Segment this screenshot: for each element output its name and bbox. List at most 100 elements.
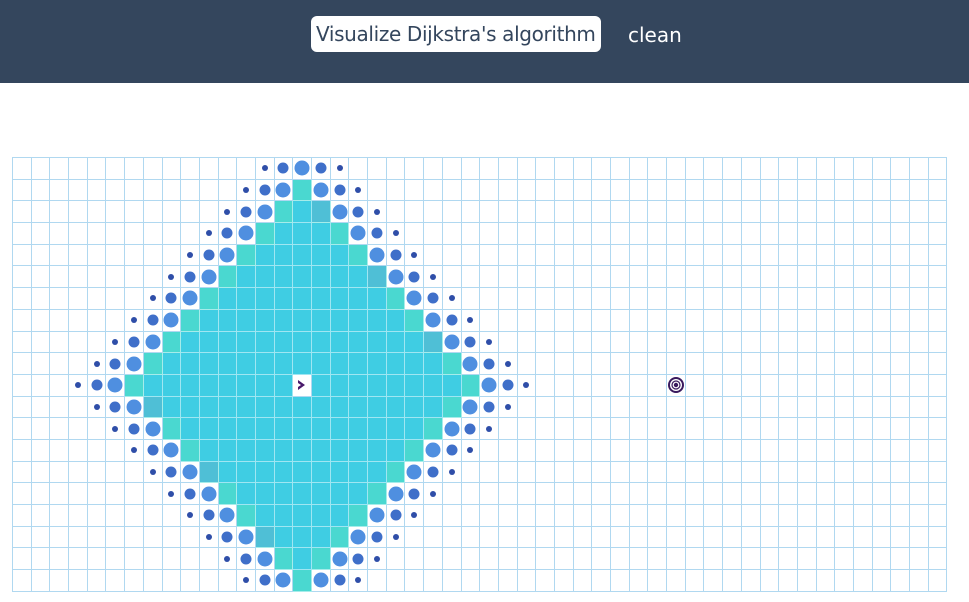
grid-node[interactable] xyxy=(218,266,238,289)
grid-node[interactable] xyxy=(461,266,481,289)
grid-node[interactable] xyxy=(218,288,238,310)
grid-node[interactable] xyxy=(629,396,649,419)
grid-node[interactable] xyxy=(872,266,892,289)
grid-node[interactable] xyxy=(536,526,555,549)
grid-node[interactable] xyxy=(554,439,574,462)
grid-node[interactable] xyxy=(237,331,256,354)
grid-node[interactable] xyxy=(554,158,574,180)
grid-node[interactable] xyxy=(816,158,836,180)
grid-node[interactable] xyxy=(424,158,443,180)
grid-node[interactable] xyxy=(779,353,798,375)
grid-node[interactable] xyxy=(218,244,238,267)
grid-node[interactable] xyxy=(891,223,910,245)
grid-node[interactable] xyxy=(835,244,854,267)
grid-node[interactable] xyxy=(667,179,686,202)
grid-node[interactable] xyxy=(199,570,219,592)
grid-node[interactable] xyxy=(760,418,780,440)
grid-node[interactable] xyxy=(573,505,593,527)
grid-node[interactable] xyxy=(31,483,51,505)
grid-node[interactable] xyxy=(685,505,705,527)
grid-node[interactable] xyxy=(667,461,686,484)
grid-node[interactable] xyxy=(143,505,163,527)
grid-node[interactable] xyxy=(330,548,350,571)
grid-node[interactable] xyxy=(349,548,369,571)
grid-node[interactable] xyxy=(667,288,686,310)
grid-node[interactable] xyxy=(480,158,499,180)
grid-node[interactable] xyxy=(741,331,761,354)
grid-node[interactable] xyxy=(199,439,219,462)
grid-node[interactable] xyxy=(480,483,499,505)
grid-node[interactable] xyxy=(125,201,144,224)
grid-node[interactable] xyxy=(69,483,88,505)
grid-node[interactable] xyxy=(143,201,163,224)
grid-node[interactable] xyxy=(611,396,630,419)
grid-node[interactable] xyxy=(162,309,182,332)
grid-node[interactable] xyxy=(143,179,163,202)
grid-node[interactable] xyxy=(611,570,630,592)
grid-node[interactable] xyxy=(181,418,200,440)
grid-node[interactable] xyxy=(405,570,425,592)
grid-node[interactable] xyxy=(517,548,537,571)
grid-node[interactable] xyxy=(928,418,948,440)
grid-node[interactable] xyxy=(667,266,686,289)
grid-node[interactable] xyxy=(891,309,910,332)
grid-node[interactable] xyxy=(592,374,611,397)
grid-node[interactable] xyxy=(891,570,910,592)
grid-node[interactable] xyxy=(816,266,836,289)
grid-node[interactable] xyxy=(405,288,425,310)
grid-node[interactable] xyxy=(797,461,817,484)
grid-node[interactable] xyxy=(667,439,686,462)
grid-node[interactable] xyxy=(517,158,537,180)
grid-node[interactable] xyxy=(199,266,219,289)
grid-node[interactable] xyxy=(928,201,948,224)
grid-node[interactable] xyxy=(69,309,88,332)
grid-node[interactable] xyxy=(872,418,892,440)
grid-node[interactable] xyxy=(50,158,70,180)
grid-node[interactable] xyxy=(835,526,854,549)
grid-node[interactable] xyxy=(199,526,219,549)
grid-node[interactable] xyxy=(293,353,312,375)
grid-node[interactable] xyxy=(218,331,238,354)
grid-node[interactable] xyxy=(592,548,611,571)
grid-node[interactable] xyxy=(928,353,948,375)
grid-node[interactable] xyxy=(368,483,387,505)
grid-node[interactable] xyxy=(218,418,238,440)
grid-node[interactable] xyxy=(592,570,611,592)
grid-node[interactable] xyxy=(50,396,70,419)
grid-node[interactable] xyxy=(480,266,499,289)
grid-node[interactable] xyxy=(648,570,668,592)
grid-node[interactable] xyxy=(667,570,686,592)
grid-node[interactable] xyxy=(162,331,182,354)
grid-node[interactable] xyxy=(461,223,481,245)
grid-node[interactable] xyxy=(31,244,51,267)
grid-node[interactable] xyxy=(143,288,163,310)
grid-node[interactable] xyxy=(741,158,761,180)
grid-node[interactable] xyxy=(517,439,537,462)
grid-node[interactable] xyxy=(405,396,425,419)
grid-node[interactable] xyxy=(312,244,331,267)
grid-node[interactable] xyxy=(312,570,331,592)
grid-node[interactable] xyxy=(667,331,686,354)
grid-node[interactable] xyxy=(910,505,929,527)
grid-node[interactable] xyxy=(199,505,219,527)
grid-node[interactable] xyxy=(162,158,182,180)
grid-node[interactable] xyxy=(274,461,294,484)
grid-node[interactable] xyxy=(143,353,163,375)
grid-node[interactable] xyxy=(237,201,256,224)
grid-node[interactable] xyxy=(685,201,705,224)
grid-node[interactable] xyxy=(461,309,481,332)
grid-node[interactable] xyxy=(629,439,649,462)
grid-node[interactable] xyxy=(910,244,929,267)
grid-node[interactable] xyxy=(797,439,817,462)
grid-node[interactable] xyxy=(480,374,499,397)
grid-node[interactable] xyxy=(405,505,425,527)
grid-node[interactable] xyxy=(629,461,649,484)
grid-node[interactable] xyxy=(424,461,443,484)
grid-node[interactable] xyxy=(928,309,948,332)
grid-node[interactable] xyxy=(741,353,761,375)
grid-node[interactable] xyxy=(106,201,126,224)
grid-node[interactable] xyxy=(480,396,499,419)
grid-node[interactable] xyxy=(386,223,406,245)
grid-node[interactable] xyxy=(592,418,611,440)
grid-node[interactable] xyxy=(741,418,761,440)
